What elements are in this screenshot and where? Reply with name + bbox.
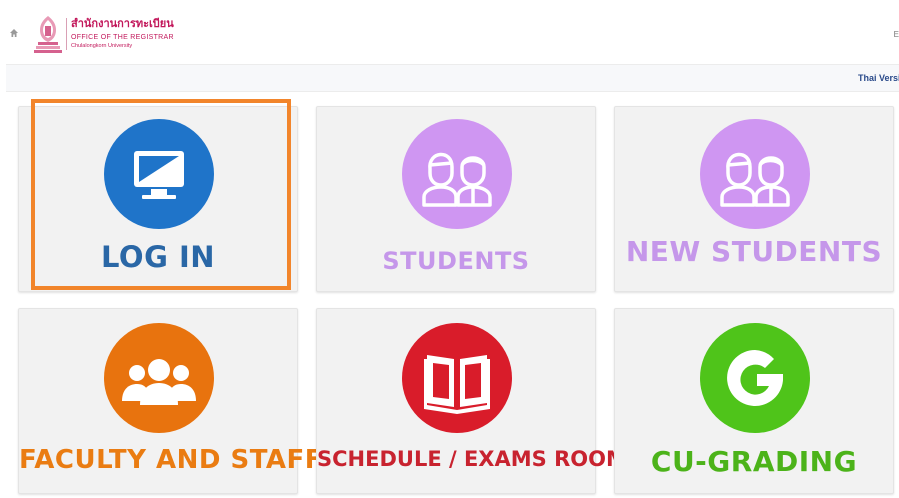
students-icon: [720, 152, 790, 207]
site-header: สำนักงานการทะเบียน OFFICE OF THE REGISTR…: [0, 0, 899, 64]
header-right-text[interactable]: E: [894, 30, 899, 39]
tile-faculty-staff-label: FACULTY AND STAFF: [19, 445, 324, 475]
login-circle: [104, 119, 214, 229]
people-group-icon: [122, 359, 196, 405]
home-icon[interactable]: [9, 28, 19, 38]
tile-cu-grading[interactable]: CU-GRADING: [614, 308, 894, 494]
book-icon: [424, 355, 490, 414]
faculty-circle: [104, 323, 214, 433]
org-name-thai: สำนักงานการทะเบียน: [71, 18, 174, 30]
students-icon: [422, 152, 492, 207]
tile-new-students[interactable]: NEW STUDENTS: [614, 106, 894, 292]
org-name-english: OFFICE OF THE REGISTRAR: [71, 34, 174, 41]
schedule-circle: [402, 323, 512, 433]
grading-circle: [700, 323, 810, 433]
tile-login[interactable]: LOG IN: [18, 106, 298, 292]
tile-schedule-exams-label: SCHEDULE / EXAMS ROOM: [317, 447, 627, 471]
tile-faculty-staff[interactable]: FACULTY AND STAFF: [18, 308, 324, 494]
tile-new-students-label: NEW STUDENTS: [625, 235, 883, 268]
tile-login-label: LOG IN: [100, 240, 216, 274]
logo-divider: [66, 18, 67, 50]
students-circle: [402, 119, 512, 229]
monitor-icon: [134, 151, 184, 199]
tile-students-label: STUDENTS: [382, 247, 530, 275]
chula-emblem-icon[interactable]: [33, 14, 63, 54]
org-name-block[interactable]: สำนักงานการทะเบียน OFFICE OF THE REGISTR…: [71, 19, 174, 50]
tile-students[interactable]: STUDENTS: [316, 106, 596, 292]
language-bar: Thai Version: [6, 64, 899, 92]
new-students-circle: [700, 119, 810, 229]
university-name: Chulalongkorn University: [71, 43, 133, 49]
thai-version-link[interactable]: Thai Version: [858, 73, 899, 83]
grading-g-icon: [727, 350, 783, 406]
tile-schedule-exams[interactable]: SCHEDULE / EXAMS ROOM: [316, 308, 627, 494]
tile-cu-grading-label: CU-GRADING: [650, 445, 858, 478]
